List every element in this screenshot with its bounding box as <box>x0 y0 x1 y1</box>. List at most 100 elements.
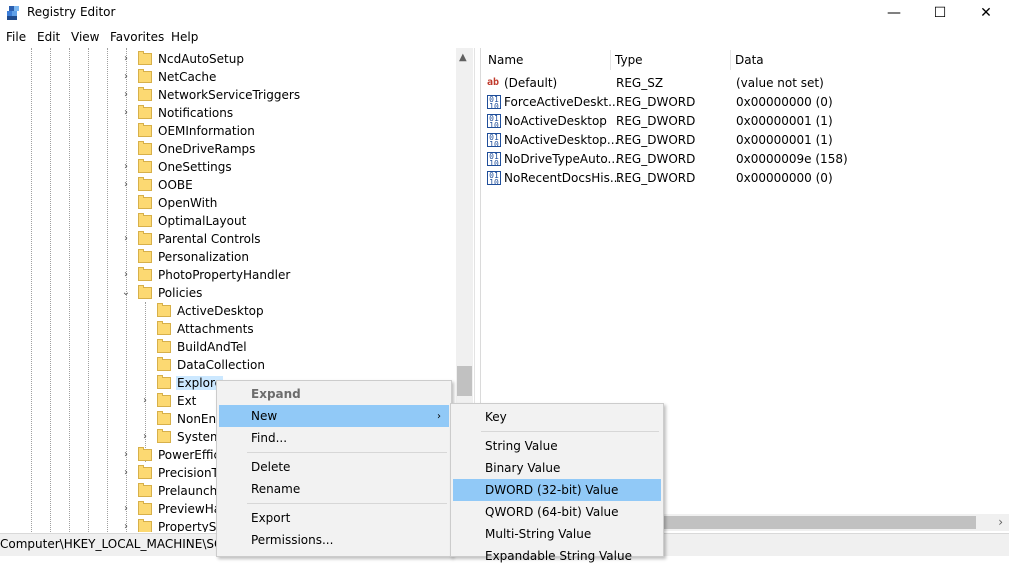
submenu-item-qword-value[interactable]: QWORD (64-bit) Value <box>453 501 661 523</box>
menu-item-rename[interactable]: Rename <box>219 478 449 500</box>
tree-item-label: NetworkServiceTriggers <box>158 88 301 102</box>
tree-item[interactable]: OptimalLayout <box>138 212 247 230</box>
tree-item[interactable]: › System <box>143 428 223 446</box>
tree-item[interactable]: OEMInformation <box>138 122 256 140</box>
submenu-item-string-value[interactable]: String Value <box>453 435 661 457</box>
menu-item-delete[interactable]: Delete <box>219 456 449 478</box>
expand-icon[interactable]: › <box>140 396 150 406</box>
folder-icon <box>157 411 171 425</box>
expand-icon[interactable]: › <box>121 270 131 280</box>
expand-icon[interactable]: › <box>121 504 131 514</box>
value-row[interactable]: 01 10 NoRecentDocsHis... REG_DWORD 0x0000000… <box>481 169 1001 188</box>
tree-item[interactable]: OneDriveRamps <box>138 140 256 158</box>
tree-item[interactable]: DataCollection <box>157 356 266 374</box>
tree-item-label: PrecisionTo <box>158 466 225 480</box>
tree-item[interactable]: › OneSettings <box>124 158 233 176</box>
expand-icon[interactable]: › <box>121 234 131 244</box>
value-row[interactable]: 01 10 NoActiveDesktop... REG_DWORD 0x0000000… <box>481 131 1001 150</box>
close-button[interactable]: ✕ <box>963 0 1009 26</box>
column-divider[interactable] <box>610 50 611 70</box>
tree-item[interactable]: › PrecisionTo <box>124 464 225 482</box>
tree-item[interactable]: ActiveDesktop <box>157 302 265 320</box>
menu-view[interactable]: View <box>71 30 99 44</box>
column-header-data[interactable]: Data <box>735 48 764 72</box>
expand-icon[interactable]: › <box>121 180 131 190</box>
tree-item[interactable]: › NcdAutoSetup <box>124 50 245 68</box>
status-path: Computer\HKEY_LOCAL_MACHINE\SOF <box>0 537 231 551</box>
scroll-right-icon[interactable]: › <box>998 515 1003 529</box>
menu-edit[interactable]: Edit <box>37 30 60 44</box>
column-header-name[interactable]: Name <box>488 48 523 72</box>
dword-value-icon: 01 10 <box>487 133 501 149</box>
scrollbar-thumb[interactable] <box>457 366 472 396</box>
menu-item-expand[interactable]: Expand <box>219 383 449 405</box>
folder-icon <box>138 141 152 155</box>
folder-icon <box>138 285 152 299</box>
tree-item[interactable]: BuildAndTel <box>157 338 248 356</box>
menu-item-new[interactable]: New › <box>219 405 449 427</box>
tree-guide-line <box>50 48 51 532</box>
expand-icon[interactable]: › <box>121 450 131 460</box>
expand-icon[interactable]: › <box>121 108 131 118</box>
submenu-item-key[interactable]: Key <box>453 406 661 428</box>
tree-item[interactable]: Prelaunch <box>138 482 218 500</box>
expand-icon[interactable]: › <box>121 522 131 532</box>
tree-item[interactable]: ⌄ Policies <box>122 284 203 302</box>
tree-item[interactable]: Personalization <box>138 248 250 266</box>
menu-item-expand-label: Expand <box>251 387 301 401</box>
submenu-item-dword-value[interactable]: DWORD (32-bit) Value <box>453 479 661 501</box>
folder-icon <box>157 339 171 353</box>
scroll-up-icon[interactable]: ▲ <box>459 52 467 63</box>
maximize-icon: ☐ <box>933 5 947 21</box>
menu-item-find[interactable]: Find... <box>219 427 449 449</box>
minimize-button[interactable]: — <box>871 0 917 26</box>
menu-item-new-label: New <box>251 409 278 423</box>
menu-file[interactable]: File <box>6 30 26 44</box>
tree-item-label: OpenWith <box>158 196 218 210</box>
value-data: 0x00000000 (0) <box>736 171 833 185</box>
expand-icon[interactable]: › <box>121 162 131 172</box>
tree-item[interactable]: › PowerEffici <box>124 446 224 464</box>
expand-icon[interactable]: › <box>121 54 131 64</box>
value-row[interactable]: 01 10 NoDriveTypeAuto... REG_DWORD 0x0000009… <box>481 150 1001 169</box>
tree-item[interactable]: › NetCache <box>124 68 217 86</box>
expand-icon[interactable]: › <box>121 72 131 82</box>
tree-item[interactable]: OpenWith <box>138 194 218 212</box>
value-type: REG_DWORD <box>616 114 696 128</box>
tree-item[interactable]: › NetworkServiceTriggers <box>124 86 301 104</box>
tree-item[interactable]: › PhotoPropertyHandler <box>124 266 291 284</box>
submenu-item-binary-value[interactable]: Binary Value <box>453 457 661 479</box>
expand-icon[interactable]: › <box>140 432 150 442</box>
collapse-icon[interactable]: ⌄ <box>121 288 131 298</box>
column-header-type[interactable]: Type <box>615 48 643 72</box>
tree-item[interactable]: › OOBE <box>124 176 194 194</box>
tree-item[interactable]: Attachments <box>157 320 255 338</box>
value-data: (value not set) <box>736 76 824 90</box>
submenu-item-expandable-string-value[interactable]: Expandable String Value <box>453 545 661 567</box>
menu-favorites[interactable]: Favorites <box>110 30 164 44</box>
value-row[interactable]: ab (Default) REG_SZ (value not set) <box>481 74 1001 93</box>
folder-icon <box>138 123 152 137</box>
value-row[interactable]: 01 10 ForceActiveDeskt... REG_DWORD 0x000000… <box>481 93 1001 112</box>
column-divider[interactable] <box>730 50 731 70</box>
tree-item[interactable]: NonEnu <box>157 410 225 428</box>
tree-item-label: Ext <box>177 394 197 408</box>
menu-help[interactable]: Help <box>171 30 198 44</box>
menu-item-permissions[interactable]: Permissions... <box>219 529 449 551</box>
title-bar: Registry Editor — ☐ ✕ <box>0 0 1009 26</box>
maximize-button[interactable]: ☐ <box>917 0 963 26</box>
tree-item[interactable]: › PreviewHar <box>124 500 227 518</box>
expand-icon[interactable]: › <box>121 90 131 100</box>
tree-item-label: PhotoPropertyHandler <box>158 268 291 282</box>
tree-item[interactable]: › Notifications <box>124 104 234 122</box>
tree-item[interactable]: Explore <box>157 374 224 392</box>
tree-guide-line <box>107 48 108 532</box>
menu-item-export[interactable]: Export <box>219 507 449 529</box>
expand-icon[interactable]: › <box>121 468 131 478</box>
tree-item[interactable]: › Parental Controls <box>124 230 262 248</box>
tree-item[interactable]: › Ext <box>143 392 197 410</box>
value-row[interactable]: 01 10 NoActiveDesktop REG_DWORD 0x00000001 (… <box>481 112 1001 131</box>
value-data: 0x00000001 (1) <box>736 133 833 147</box>
folder-icon <box>138 69 152 83</box>
submenu-item-multi-string-value[interactable]: Multi-String Value <box>453 523 661 545</box>
